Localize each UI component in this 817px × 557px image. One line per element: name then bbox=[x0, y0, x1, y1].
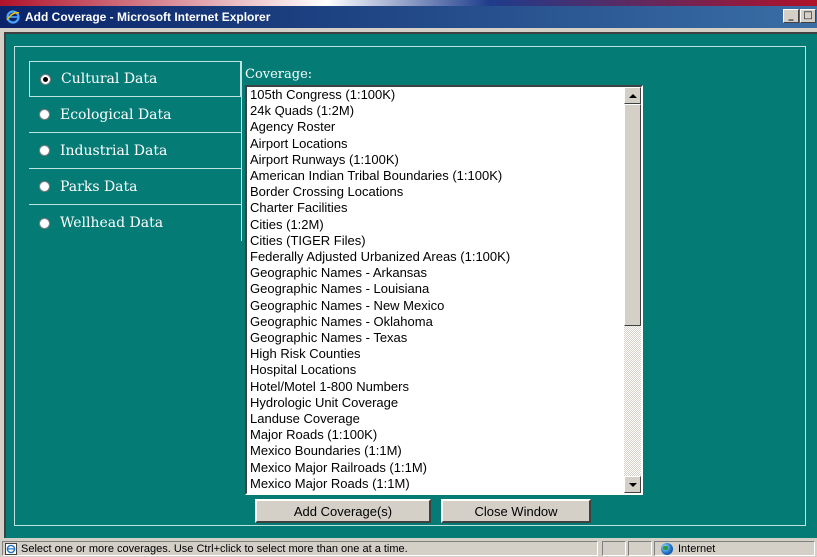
maximize-button[interactable]: □ bbox=[800, 9, 816, 23]
list-item[interactable]: Geographic Names - New Mexico bbox=[250, 298, 622, 314]
list-item[interactable]: Cities (TIGER Files) bbox=[250, 233, 622, 249]
nav-item-label: Wellhead Data bbox=[60, 215, 164, 231]
status-message-panel: Select one or more coverages. Use Ctrl+c… bbox=[2, 541, 598, 556]
list-item[interactable]: Charter Facilities bbox=[250, 200, 622, 216]
list-item[interactable]: American Indian Tribal Boundaries (1:100… bbox=[250, 168, 622, 184]
globe-icon bbox=[661, 542, 673, 555]
coverage-list[interactable]: 105th Congress (1:100K) 24k Quads (1:2M) A… bbox=[247, 87, 624, 493]
nav-item-label: Parks Data bbox=[60, 178, 138, 195]
nav-item-ecological-data[interactable]: Ecological Data bbox=[29, 97, 241, 133]
list-item[interactable]: Airport Runways (1:100K) bbox=[250, 152, 622, 168]
nav-item-wellhead-data[interactable]: Wellhead Data bbox=[29, 205, 241, 241]
list-item[interactable]: Agency Roster bbox=[250, 119, 622, 135]
data-category-nav: Cultural Data Ecological Data Industrial… bbox=[29, 61, 242, 241]
list-item[interactable]: Border Crossing Locations bbox=[250, 184, 622, 200]
nav-item-label: Ecological Data bbox=[60, 106, 172, 123]
scroll-down-button[interactable] bbox=[624, 476, 641, 493]
list-item[interactable]: Geographic Names - Arkansas bbox=[250, 265, 622, 281]
radio-button[interactable] bbox=[39, 217, 50, 229]
content-frame: Cultural Data Ecological Data Industrial… bbox=[14, 46, 806, 526]
title-bar[interactable]: Add Coverage - Microsoft Internet Explor… bbox=[0, 6, 817, 28]
radio-button-checked[interactable] bbox=[40, 73, 51, 85]
list-item[interactable]: Geographic Names - Texas bbox=[250, 330, 622, 346]
scroll-up-button[interactable] bbox=[624, 87, 641, 104]
radio-button[interactable] bbox=[39, 145, 50, 156]
minimize-button[interactable]: _ bbox=[783, 9, 799, 23]
window-controls: _ □ bbox=[783, 9, 817, 23]
close-window-button[interactable]: Close Window bbox=[441, 499, 591, 523]
security-zone-label: Internet bbox=[678, 542, 716, 555]
list-item[interactable]: Geographic Names - Oklahoma bbox=[250, 314, 622, 330]
list-item[interactable]: 24k Quads (1:2M) bbox=[250, 103, 622, 119]
add-coverage-button[interactable]: Add Coverage(s) bbox=[255, 499, 431, 523]
nav-item-cultural-data[interactable]: Cultural Data bbox=[29, 61, 241, 97]
list-item[interactable]: High Risk Counties bbox=[250, 346, 622, 362]
list-item[interactable]: Hospital Locations bbox=[250, 362, 622, 378]
dialog-client-area: Cultural Data Ecological Data Industrial… bbox=[4, 32, 817, 538]
scroll-thumb[interactable] bbox=[624, 104, 641, 326]
arrow-down-icon bbox=[628, 482, 637, 487]
security-zone-panel: Internet bbox=[654, 541, 815, 556]
page-icon bbox=[5, 542, 17, 555]
browser-window: Add Coverage - Microsoft Internet Explor… bbox=[0, 0, 817, 557]
nav-item-label: Cultural Data bbox=[61, 71, 158, 87]
status-panel-empty bbox=[602, 541, 626, 556]
list-item[interactable]: Hotel/Motel 1-800 Numbers bbox=[250, 379, 622, 395]
list-item[interactable]: Mexico Boundaries (1:1M) bbox=[250, 443, 622, 459]
window-title: Add Coverage - Microsoft Internet Explor… bbox=[25, 10, 271, 24]
radio-button[interactable] bbox=[39, 181, 50, 192]
list-item[interactable]: Federally Adjusted Urbanized Areas (1:10… bbox=[250, 249, 622, 265]
list-item[interactable]: Landuse Coverage bbox=[250, 411, 622, 427]
radio-button[interactable] bbox=[39, 109, 50, 120]
status-bar: Select one or more coverages. Use Ctrl+c… bbox=[0, 540, 817, 557]
list-item[interactable]: 105th Congress (1:100K) bbox=[250, 87, 622, 103]
coverage-listbox[interactable]: 105th Congress (1:100K) 24k Quads (1:2M) A… bbox=[245, 85, 643, 495]
coverage-label: Coverage: bbox=[245, 67, 313, 82]
list-item[interactable]: Airport Locations bbox=[250, 136, 622, 152]
nav-item-label: Industrial Data bbox=[60, 142, 168, 159]
ie-icon bbox=[5, 9, 21, 25]
list-item[interactable]: Hydrologic Unit Coverage bbox=[250, 395, 622, 411]
list-item[interactable]: Mexico Major Railroads (1:1M) bbox=[250, 460, 622, 476]
list-item[interactable]: Major Roads (1:100K) bbox=[250, 427, 622, 443]
arrow-up-icon bbox=[628, 93, 637, 98]
status-panel-empty bbox=[628, 541, 652, 556]
list-item[interactable]: Cities (1:2M) bbox=[250, 217, 622, 233]
nav-item-industrial-data[interactable]: Industrial Data bbox=[29, 133, 241, 169]
list-item[interactable]: Mexico Major Roads (1:1M) bbox=[250, 476, 622, 492]
status-message: Select one or more coverages. Use Ctrl+c… bbox=[21, 542, 408, 555]
list-item[interactable]: Geographic Names - Louisiana bbox=[250, 281, 622, 297]
vertical-scrollbar[interactable] bbox=[624, 87, 641, 493]
nav-item-parks-data[interactable]: Parks Data bbox=[29, 169, 241, 205]
